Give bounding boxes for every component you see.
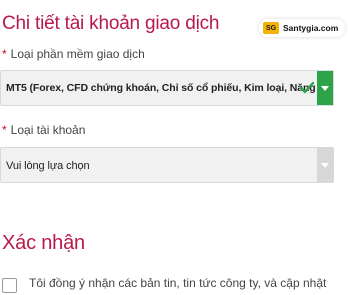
platform-label-text: Loại phần mềm giao dịch: [10, 47, 145, 61]
consent-checkbox[interactable]: [2, 278, 17, 293]
account-type-field-label: * Loại tài khoản: [2, 123, 85, 137]
required-asterisk: *: [2, 47, 7, 61]
platform-dropdown-arrow-icon[interactable]: [317, 71, 333, 105]
watermark-site-text: Santygia.com: [283, 23, 339, 33]
account-type-select[interactable]: Vui lòng lựa chọn: [0, 147, 334, 183]
platform-select-value: MT5 (Forex, CFD chứng khoán, Chỉ số cổ p…: [6, 82, 315, 94]
confirm-section-title: Xác nhận: [2, 232, 85, 254]
account-type-select-value-wrap: Vui lòng lựa chọn: [1, 148, 315, 182]
santygia-watermark: SG Santygia.com: [259, 19, 345, 37]
santygia-logo-text: SG: [265, 24, 277, 32]
consent-label: Tôi đồng ý nhận các bản tin, tin tức côn…: [29, 276, 327, 290]
platform-field-label: * Loại phần mềm giao dịch: [2, 47, 145, 61]
chevron-down-icon: [321, 85, 329, 91]
platform-select-value-wrap: MT5 (Forex, CFD chứng khoán, Chỉ số cổ p…: [1, 71, 315, 105]
required-asterisk: *: [2, 123, 7, 137]
chevron-down-icon: [321, 162, 329, 168]
platform-select[interactable]: MT5 (Forex, CFD chứng khoán, Chỉ số cổ p…: [0, 70, 334, 106]
account-details-title: Chi tiết tài khoản giao dịch: [2, 13, 220, 34]
account-type-select-value: Vui lòng lựa chọn: [6, 160, 90, 172]
santygia-logo: SG: [263, 22, 279, 34]
account-type-label-text: Loại tài khoản: [10, 123, 86, 137]
valid-check-icon: [300, 81, 314, 94]
account-type-dropdown-arrow-icon[interactable]: [317, 148, 333, 182]
